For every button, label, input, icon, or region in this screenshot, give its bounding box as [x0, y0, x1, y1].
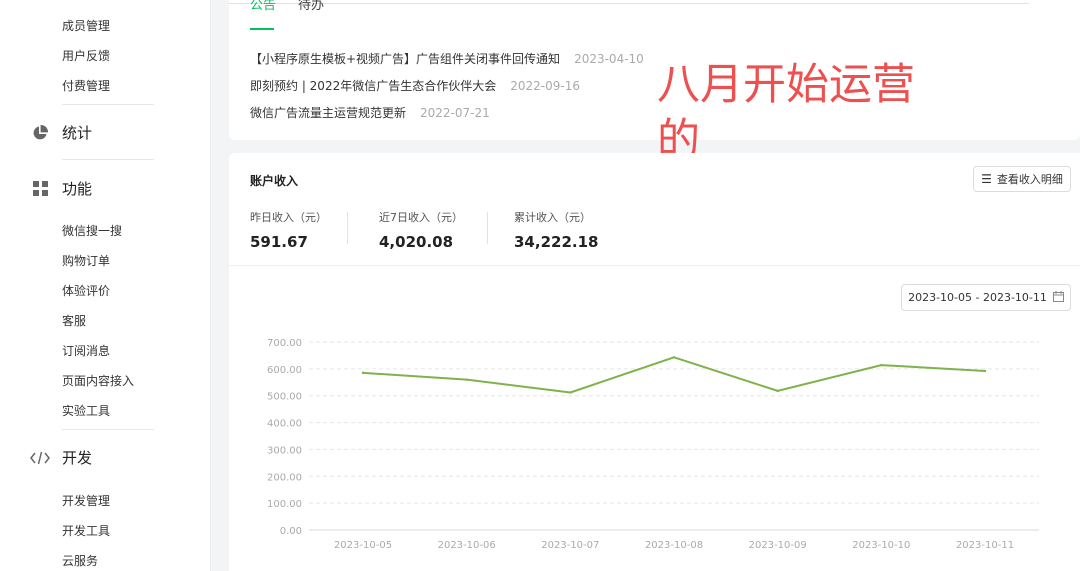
sidebar-section-label: 功能: [62, 180, 93, 198]
stat-value: 591.67: [250, 233, 308, 251]
data-point: [361, 371, 365, 375]
notice-title[interactable]: 【小程序原生模板+视频广告】广告组件关闭事件回传通知: [250, 52, 560, 66]
sidebar-item-experiment[interactable]: 实验工具: [62, 402, 110, 419]
stat-yesterday: 昨日收入（元） 591.67: [250, 209, 327, 251]
divider: [62, 429, 154, 430]
income-title: 账户收入: [250, 174, 299, 188]
y-tick-label: 100.00: [267, 499, 302, 510]
calendar-icon: [1052, 290, 1064, 305]
sidebar-section-features[interactable]: 功能: [30, 178, 92, 199]
data-point: [465, 378, 468, 381]
stat-label: 昨日收入（元）: [250, 211, 327, 224]
stat-total: 累计收入（元） 34,222.18: [514, 209, 598, 251]
data-point: [776, 389, 779, 393]
stat-7days: 近7日收入（元） 4,020.08: [379, 209, 463, 251]
x-tick-label: 2023-10-09: [749, 540, 807, 551]
stat-label: 近7日收入（元）: [379, 211, 463, 224]
sidebar-item-search[interactable]: 微信搜一搜: [62, 222, 122, 239]
y-tick-label: 400.00: [267, 419, 302, 430]
data-point: [672, 356, 676, 359]
notice-date: 2022-09-16: [510, 79, 580, 93]
sidebar-item-billing[interactable]: 付费管理: [62, 77, 110, 94]
tab-notice[interactable]: 公告: [250, 0, 276, 13]
date-range-picker[interactable]: 2023-10-05 - 2023-10-11: [901, 284, 1071, 311]
pie-chart-icon: [30, 123, 50, 143]
y-tick-label: 500.00: [267, 392, 302, 403]
sidebar-item-service[interactable]: 客服: [62, 312, 86, 329]
sidebar-item-reviews[interactable]: 体验评价: [62, 282, 110, 299]
stat-label: 累计收入（元）: [514, 211, 591, 224]
y-tick-label: 600.00: [267, 365, 302, 376]
divider: [62, 104, 154, 105]
top-bar-edge: [229, 0, 1029, 4]
data-point: [880, 363, 883, 367]
view-income-detail-button[interactable]: ☰ 查看收入明细: [973, 166, 1071, 192]
sidebar-item-orders[interactable]: 购物订单: [62, 252, 110, 269]
notice-title[interactable]: 微信广告流量主运营规范更新: [250, 106, 406, 120]
tab-active-indicator: [250, 28, 274, 30]
y-tick-label: 300.00: [267, 445, 302, 456]
notice-date: 2023-04-10: [574, 52, 644, 66]
stat-value: 4,020.08: [379, 233, 454, 251]
sidebar-section-stats[interactable]: 统计: [30, 122, 92, 143]
sidebar-item-content[interactable]: 页面内容接入: [62, 372, 134, 389]
sidebar-item-subscribe[interactable]: 订阅消息: [62, 342, 110, 359]
divider: [62, 159, 154, 160]
data-point: [983, 369, 987, 373]
data-point: [569, 391, 572, 394]
x-tick-label: 2023-10-07: [541, 540, 599, 551]
sidebar-section-label: 统计: [62, 124, 93, 142]
sidebar-item-members[interactable]: 成员管理: [62, 17, 110, 34]
sidebar-item-dev-manage[interactable]: 开发管理: [62, 492, 110, 509]
tab-todo[interactable]: 待办: [298, 0, 324, 13]
y-tick-label: 200.00: [267, 472, 302, 483]
sidebar-section-label: 开发: [62, 449, 93, 467]
notice-title[interactable]: 即刻预约 | 2022年微信广告生态合作伙伴大会: [250, 79, 496, 93]
x-tick-label: 2023-10-11: [956, 540, 1014, 551]
notice-item[interactable]: 微信广告流量主运营规范更新 2022-07-21: [250, 104, 490, 121]
stat-value: 34,222.18: [514, 233, 599, 251]
y-tick-label: 700.00: [267, 338, 302, 349]
divider: [229, 265, 1080, 266]
income-line-chart: 0.00 100.00 200.00 300.00 400.00 500.00 600.00…: [267, 338, 1039, 551]
y-tick-label: 0.00: [280, 526, 302, 537]
list-icon: ☰: [981, 172, 992, 186]
stat-separator: [347, 212, 348, 244]
annotation-text: 八月开始运营的: [657, 60, 915, 165]
sidebar-item-feedback[interactable]: 用户反馈: [62, 47, 110, 64]
notice-date: 2022-07-21: [420, 106, 490, 120]
x-tick-label: 2023-10-08: [645, 540, 703, 551]
sidebar-section-dev[interactable]: 开发: [30, 447, 92, 468]
stat-separator: [487, 212, 488, 244]
sidebar-item-dev-tools[interactable]: 开发工具: [62, 522, 110, 539]
sidebar-item-cloud[interactable]: 云服务: [62, 552, 98, 569]
x-tick-label: 2023-10-06: [438, 540, 496, 551]
view-income-detail-label: 查看收入明细: [996, 173, 1063, 186]
notice-item[interactable]: 【小程序原生模板+视频广告】广告组件关闭事件回传通知 2023-04-10: [250, 50, 644, 67]
sidebar: 成员管理 用户反馈 付费管理 统计 功能 微信搜一搜 购物订单 体验评价 客服 …: [0, 0, 211, 571]
code-icon: [30, 448, 50, 468]
series-line: [362, 356, 986, 394]
grid-icon: [30, 179, 50, 199]
x-tick-label: 2023-10-05: [334, 540, 392, 551]
date-range-value: 2023-10-05 - 2023-10-11: [908, 291, 1047, 304]
x-tick-label: 2023-10-10: [852, 540, 910, 551]
notice-item[interactable]: 即刻预约 | 2022年微信广告生态合作伙伴大会 2022-09-16: [250, 77, 580, 94]
